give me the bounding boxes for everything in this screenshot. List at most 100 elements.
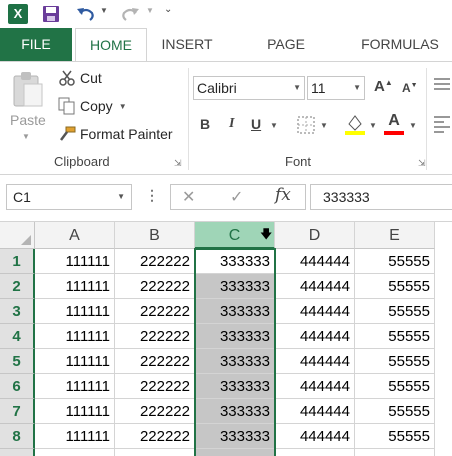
cell-d9[interactable]: 444444 xyxy=(275,449,355,456)
row-header[interactable]: 9 xyxy=(0,449,35,456)
cell-c4[interactable]: 333333 xyxy=(195,324,275,349)
cell-c1[interactable]: 333333 xyxy=(195,249,275,274)
cell-c6[interactable]: 333333 xyxy=(195,374,275,399)
row-header[interactable]: 2 xyxy=(0,274,35,299)
cell-a5[interactable]: 111111 xyxy=(35,349,115,374)
cancel-icon[interactable]: ✕ xyxy=(182,187,195,207)
borders-dropdown-icon[interactable]: ▼ xyxy=(320,121,328,130)
cell-c9[interactable]: 333333 xyxy=(195,449,275,456)
tab-formulas[interactable]: FORMULAS xyxy=(360,28,440,61)
drag-handle-icon[interactable]: ⋮ xyxy=(145,187,159,204)
column-header-b[interactable]: B xyxy=(115,222,195,249)
cell-a6[interactable]: 111111 xyxy=(35,374,115,399)
cell-c7[interactable]: 333333 xyxy=(195,399,275,424)
font-launcher-icon[interactable]: ⇲ xyxy=(418,158,426,169)
cell-b6[interactable]: 222222 xyxy=(115,374,195,399)
insert-function-icon[interactable]: fx xyxy=(275,185,291,205)
borders-icon[interactable] xyxy=(296,115,316,135)
copy-button[interactable]: Copy ▼ xyxy=(58,96,127,116)
cell-e9[interactable]: 55555 xyxy=(355,449,435,456)
font-size-select[interactable]: 11 ▼ xyxy=(307,76,365,100)
cut-button[interactable]: Cut xyxy=(58,68,102,88)
cell-e2[interactable]: 55555 xyxy=(355,274,435,299)
shrink-font-button[interactable]: A▼ xyxy=(402,81,418,95)
cell-b3[interactable]: 222222 xyxy=(115,299,195,324)
cell-b9[interactable]: 222222 xyxy=(115,449,195,456)
cell-b2[interactable]: 222222 xyxy=(115,274,195,299)
undo-icon[interactable] xyxy=(76,5,96,23)
row-header[interactable]: 8 xyxy=(0,424,35,449)
tab-file[interactable]: FILE xyxy=(0,28,72,61)
row-header[interactable]: 4 xyxy=(0,324,35,349)
font-color-dropdown-icon[interactable]: ▼ xyxy=(409,121,417,130)
align-left-icon[interactable] xyxy=(434,114,450,134)
font-family-select[interactable]: Calibri ▼ xyxy=(193,76,305,100)
cell-a3[interactable]: 111111 xyxy=(35,299,115,324)
cell-a2[interactable]: 111111 xyxy=(35,274,115,299)
format-painter-button[interactable]: Format Painter xyxy=(58,124,173,144)
cell-e7[interactable]: 55555 xyxy=(355,399,435,424)
italic-button[interactable]: I xyxy=(229,116,234,132)
clipboard-launcher-icon[interactable]: ⇲ xyxy=(174,158,182,169)
cell-b4[interactable]: 222222 xyxy=(115,324,195,349)
enter-icon[interactable]: ✓ xyxy=(230,187,243,207)
cell-d5[interactable]: 444444 xyxy=(275,349,355,374)
cell-a1[interactable]: 111111 xyxy=(35,249,115,274)
cell-c3[interactable]: 333333 xyxy=(195,299,275,324)
font-color-button[interactable]: A xyxy=(384,112,404,136)
cell-a4[interactable]: 111111 xyxy=(35,324,115,349)
column-header-a[interactable]: A xyxy=(35,222,115,249)
cell-e5[interactable]: 55555 xyxy=(355,349,435,374)
row-header[interactable]: 5 xyxy=(0,349,35,374)
tab-home[interactable]: HOME xyxy=(75,28,147,62)
grow-font-button[interactable]: A▲ xyxy=(374,78,393,95)
customize-qat-icon[interactable]: ⌄ xyxy=(164,4,172,15)
cell-c8[interactable]: 333333 xyxy=(195,424,275,449)
cell-e3[interactable]: 55555 xyxy=(355,299,435,324)
cell-b5[interactable]: 222222 xyxy=(115,349,195,374)
name-box[interactable]: C1 ▼ xyxy=(6,184,132,210)
cell-d6[interactable]: 444444 xyxy=(275,374,355,399)
paste-button[interactable]: Paste xyxy=(10,112,46,128)
cell-a7[interactable]: 111111 xyxy=(35,399,115,424)
cell-d7[interactable]: 444444 xyxy=(275,399,355,424)
column-header-e[interactable]: E xyxy=(355,222,435,249)
paste-icon[interactable] xyxy=(12,70,44,110)
save-icon[interactable] xyxy=(42,5,60,23)
row-header[interactable]: 7 xyxy=(0,399,35,424)
align-icon[interactable] xyxy=(434,76,450,96)
fill-color-dropdown-icon[interactable]: ▼ xyxy=(369,121,377,130)
cell-b7[interactable]: 222222 xyxy=(115,399,195,424)
chevron-down-icon[interactable]: ▼ xyxy=(117,185,125,209)
undo-dropdown-icon[interactable]: ▼ xyxy=(100,6,108,15)
cell-e6[interactable]: 55555 xyxy=(355,374,435,399)
column-header-d[interactable]: D xyxy=(275,222,355,249)
cell-b1[interactable]: 222222 xyxy=(115,249,195,274)
cell-c2[interactable]: 333333 xyxy=(195,274,275,299)
select-all-button[interactable] xyxy=(0,222,35,249)
cell-d4[interactable]: 444444 xyxy=(275,324,355,349)
underline-dropdown-icon[interactable]: ▼ xyxy=(270,121,278,130)
fill-color-icon[interactable] xyxy=(344,112,366,136)
paste-dropdown-icon[interactable]: ▼ xyxy=(22,132,30,141)
cell-d3[interactable]: 444444 xyxy=(275,299,355,324)
bold-button[interactable]: B xyxy=(200,116,210,132)
cell-e8[interactable]: 55555 xyxy=(355,424,435,449)
cell-d1[interactable]: 444444 xyxy=(275,249,355,274)
tab-insert[interactable]: INSERT xyxy=(160,28,214,61)
row-header[interactable]: 6 xyxy=(0,374,35,399)
cell-a8[interactable]: 111111 xyxy=(35,424,115,449)
row-header[interactable]: 1 xyxy=(0,249,35,274)
cell-e1[interactable]: 55555 xyxy=(355,249,435,274)
copy-dropdown-icon[interactable]: ▼ xyxy=(119,102,127,111)
cell-b8[interactable]: 222222 xyxy=(115,424,195,449)
cell-e4[interactable]: 55555 xyxy=(355,324,435,349)
cell-c5[interactable]: 333333 xyxy=(195,349,275,374)
cell-d8[interactable]: 444444 xyxy=(275,424,355,449)
row-header[interactable]: 3 xyxy=(0,299,35,324)
tab-page-layout[interactable]: PAGE LAYOUT xyxy=(238,28,334,85)
cell-d2[interactable]: 444444 xyxy=(275,274,355,299)
cell-a9[interactable]: 111111 xyxy=(35,449,115,456)
formula-input[interactable]: 333333 xyxy=(310,184,452,210)
underline-button[interactable]: U xyxy=(251,116,261,132)
